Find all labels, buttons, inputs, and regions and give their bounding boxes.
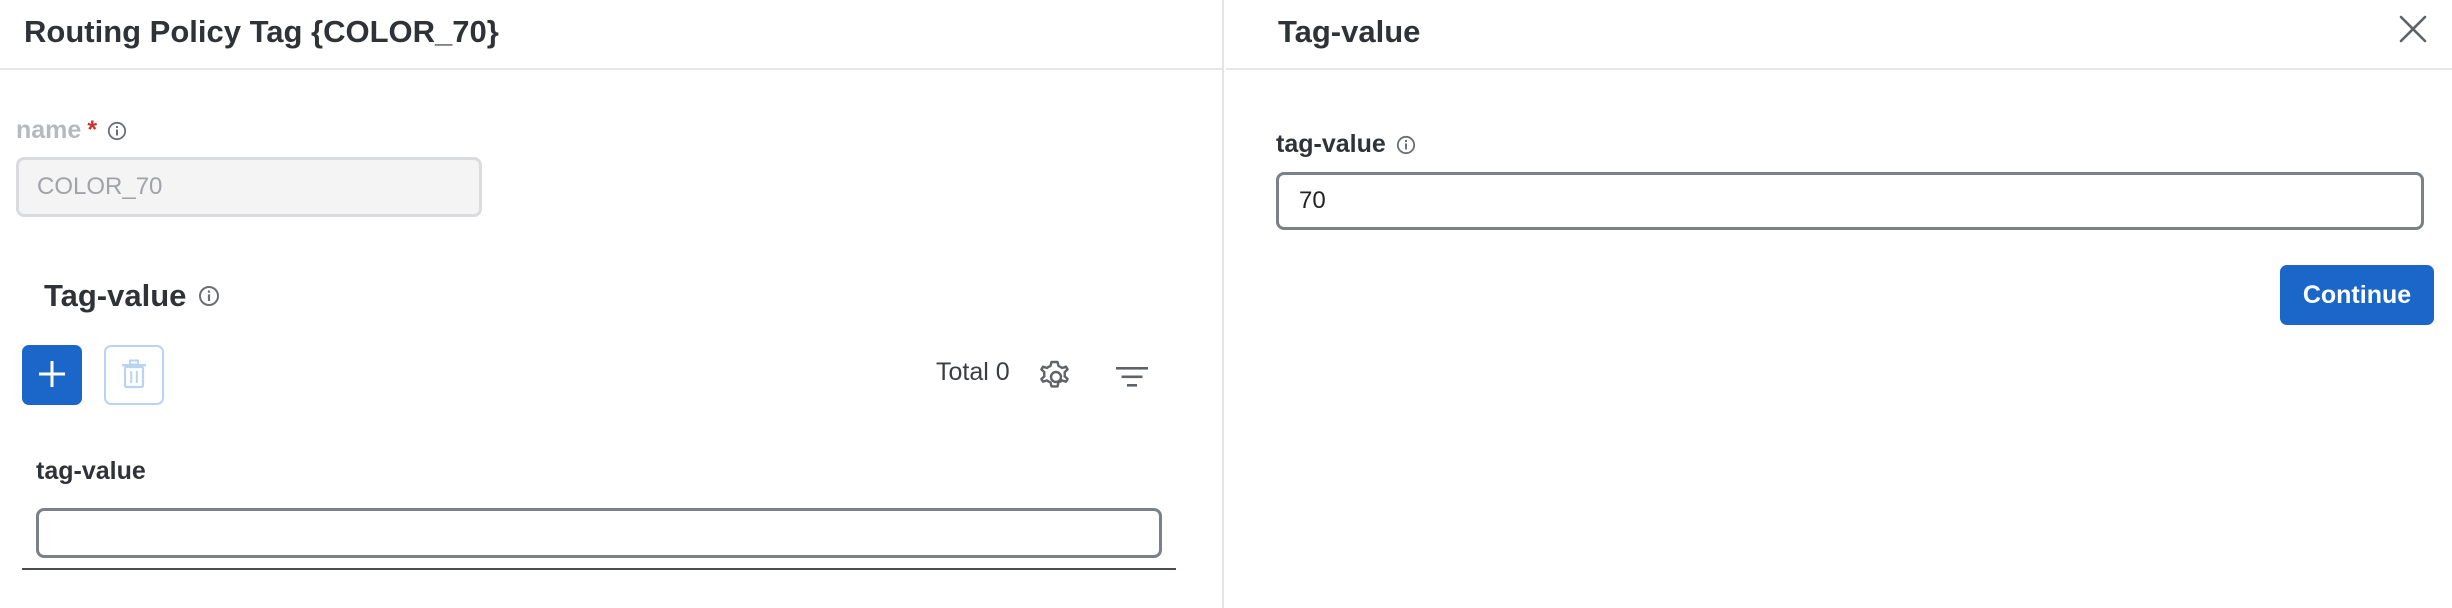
- filter-icon[interactable]: [1112, 360, 1152, 394]
- page-title: Routing Policy Tag {COLOR_70}: [24, 14, 499, 49]
- routing-policy-tag-panel: Routing Policy Tag {COLOR_70} name * Tag…: [0, 0, 1224, 608]
- tag-value-section-title: Tag-value: [44, 278, 220, 314]
- dialog-title: Tag-value: [1278, 14, 1421, 49]
- column-header-tag-value: tag-value: [36, 457, 146, 485]
- info-icon[interactable]: [1396, 135, 1416, 155]
- name-label: name: [16, 116, 82, 144]
- section-title-text: Tag-value: [44, 278, 187, 313]
- required-mark: *: [87, 116, 98, 144]
- gear-icon[interactable]: [1036, 357, 1076, 397]
- delete-row-button[interactable]: [104, 345, 164, 405]
- total-count: Total 0: [936, 358, 1010, 386]
- info-icon[interactable]: [107, 121, 127, 141]
- trash-icon: [121, 359, 147, 392]
- dialog-header: Tag-value: [1226, 0, 2452, 70]
- continue-button[interactable]: Continue: [2280, 265, 2434, 325]
- panel-header: Routing Policy Tag {COLOR_70}: [0, 0, 1222, 70]
- name-input[interactable]: [16, 157, 482, 217]
- tag-value-label: tag-value: [1276, 130, 1386, 158]
- name-label-row: name *: [16, 116, 127, 145]
- add-row-button[interactable]: [22, 345, 82, 405]
- plus-icon: [37, 359, 67, 392]
- tag-value-label-row: tag-value: [1276, 130, 1416, 159]
- tag-value-dialog: Tag-value tag-value Continue: [1226, 0, 2452, 608]
- tag-value-input[interactable]: [1276, 172, 2424, 230]
- info-icon[interactable]: [198, 285, 220, 307]
- tag-value-row-input[interactable]: [36, 508, 1162, 558]
- table-divider: [22, 568, 1176, 570]
- close-icon[interactable]: [2396, 12, 2430, 46]
